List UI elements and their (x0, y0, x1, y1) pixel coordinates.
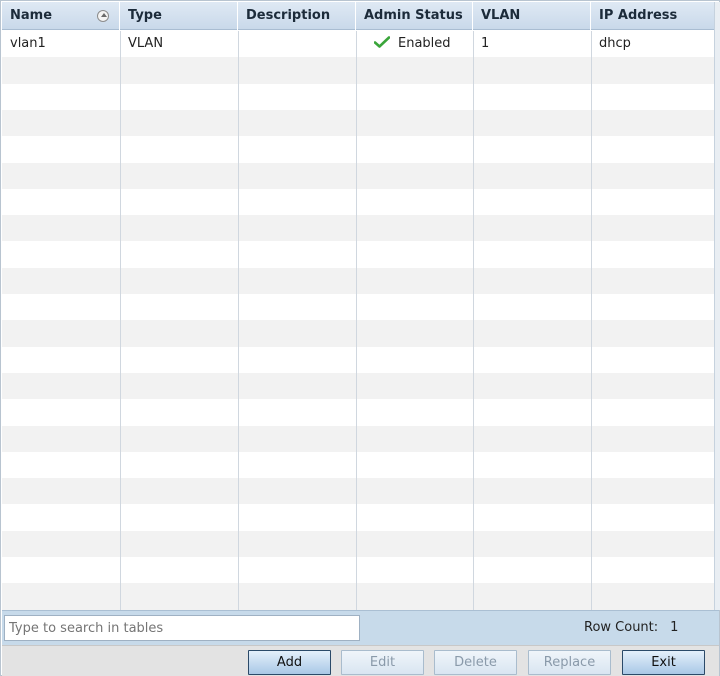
column-header-ip-address[interactable]: IP Address (591, 2, 714, 30)
empty-row (2, 241, 714, 267)
column-header-name[interactable]: Name (2, 2, 120, 30)
empty-row (2, 452, 714, 478)
empty-row (2, 530, 714, 557)
column-header-label: Type (128, 8, 162, 23)
admin-status-text: Enabled (398, 36, 451, 51)
empty-row (2, 294, 714, 320)
empty-row (2, 557, 714, 583)
column-header-label: VLAN (481, 8, 521, 23)
column-divider (356, 31, 357, 610)
column-divider (591, 31, 592, 610)
column-header-label: Admin Status (364, 8, 463, 23)
row-count-value: 1 (670, 620, 679, 635)
exit-button[interactable]: Exit (622, 650, 705, 675)
empty-row (2, 399, 714, 425)
table-search-bar: Row Count: 1 (2, 610, 719, 645)
action-button-bar: Add Edit Delete Replace Exit (2, 645, 719, 676)
scrollbar-gutter[interactable] (714, 2, 720, 610)
column-header-label: Description (246, 8, 331, 23)
column-divider (238, 31, 239, 610)
interfaces-table-panel: Name Type Description Admin Status VLAN … (0, 0, 720, 676)
empty-row (2, 109, 714, 137)
cell-ip-address: dhcp (599, 36, 631, 51)
column-divider (120, 31, 121, 610)
column-header-type[interactable]: Type (120, 2, 238, 30)
empty-row (2, 347, 714, 373)
column-header-vlan[interactable]: VLAN (473, 2, 591, 30)
empty-row (2, 504, 714, 530)
row-count: Row Count: 1 (584, 611, 678, 644)
empty-row (2, 267, 714, 294)
empty-row (2, 84, 714, 110)
cell-description (238, 31, 356, 57)
empty-row (2, 136, 714, 162)
empty-row (2, 425, 714, 452)
cell-type: VLAN (128, 36, 164, 51)
column-header-label: IP Address (599, 8, 678, 23)
empty-row (2, 478, 714, 505)
sort-icon[interactable] (97, 10, 109, 22)
data-grid: Name Type Description Admin Status VLAN … (2, 2, 714, 610)
empty-row (2, 57, 714, 84)
table-row[interactable]: vlan1 VLAN Enabled 1 dhcp (2, 31, 714, 57)
add-button[interactable]: Add (248, 650, 331, 675)
column-header-label: Name (10, 8, 53, 23)
column-header-admin-status[interactable]: Admin Status (356, 2, 473, 30)
table-search-input[interactable] (4, 615, 360, 641)
empty-row (2, 372, 714, 400)
edit-button[interactable]: Edit (341, 650, 424, 675)
empty-row (2, 189, 714, 215)
check-icon (374, 36, 390, 48)
delete-button[interactable]: Delete (434, 650, 517, 675)
column-divider (473, 31, 474, 610)
empty-row (2, 162, 714, 189)
empty-row (2, 320, 714, 347)
replace-button[interactable]: Replace (528, 650, 611, 675)
column-header-description[interactable]: Description (238, 2, 356, 30)
row-count-label: Row Count: (584, 620, 659, 635)
empty-row (2, 215, 714, 242)
table-header: Name Type Description Admin Status VLAN … (2, 2, 714, 30)
table-body: vlan1 VLAN Enabled 1 dhcp (2, 31, 714, 610)
cell-vlan: 1 (481, 36, 490, 51)
empty-row (2, 583, 714, 610)
cell-name: vlan1 (10, 36, 46, 51)
cell-admin-status: Enabled (356, 31, 473, 57)
